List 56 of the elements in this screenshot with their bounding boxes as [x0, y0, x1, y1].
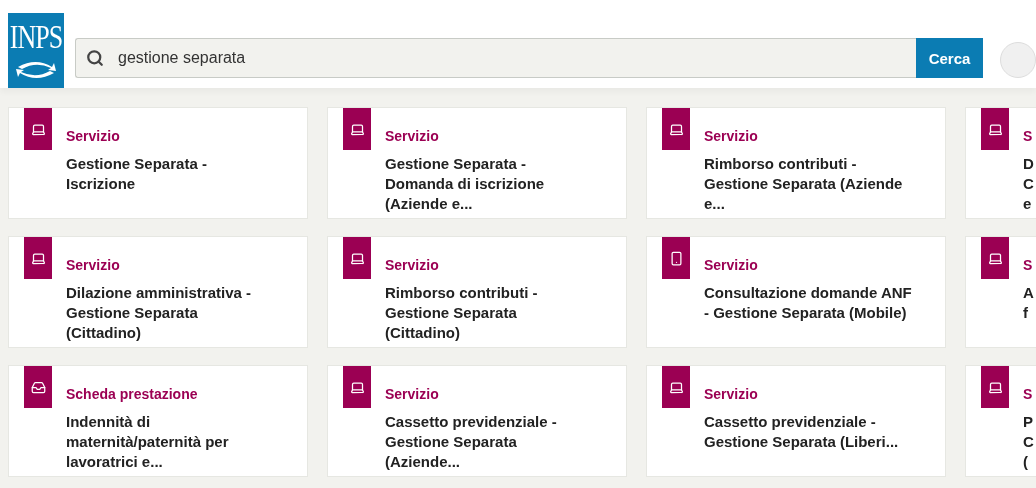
result-title[interactable]: Cassetto previdenziale - Gestione Separata (Liberi... [704, 412, 899, 452]
result-category: S [1023, 128, 1034, 144]
result-title[interactable]: Dilazione amministrativa - Gestione Separata (Cittadino) [66, 283, 252, 343]
result-category: Servizio [704, 257, 759, 273]
laptop-icon [668, 121, 684, 137]
search-icon [86, 49, 104, 67]
result-card[interactable]: Servizio Rimborso contributi - Gestione Separata (Cittadino) [327, 236, 627, 348]
result-title[interactable]: Rimborso contributi - Gestione Separata (Aziende e... [704, 154, 903, 214]
result-title[interactable]: Indennità di maternità/paternità per lavoratrici e... [66, 412, 229, 472]
result-category: Servizio [704, 128, 759, 144]
laptop-icon [30, 250, 46, 266]
result-category: Scheda prestazione [66, 386, 199, 402]
result-card[interactable]: Servizio Consultazione domande ANF - Gestione Separata (Mobile) [646, 236, 946, 348]
result-title[interactable]: D C e [1023, 154, 1034, 214]
logo-text: INPS [9, 18, 63, 58]
result-category: Servizio [385, 386, 440, 402]
result-card[interactable]: Servizio Gestione Separata - Iscrizione [8, 107, 308, 219]
laptop-icon [987, 121, 1003, 137]
result-card[interactable]: S P C ( [965, 365, 1036, 477]
smartphone-icon [668, 250, 684, 266]
result-card[interactable]: S A f [965, 236, 1036, 348]
result-card[interactable]: Servizio Cassetto previdenziale - Gestione Separata (Aziende... [327, 365, 627, 477]
result-title[interactable]: Rimborso contributi - Gestione Separata (Cittadino) [385, 283, 538, 343]
search-bar[interactable]: gestione separata [75, 38, 916, 78]
laptop-icon [349, 379, 365, 395]
result-category: S [1023, 257, 1034, 273]
laptop-icon [349, 121, 365, 137]
result-category: S [1023, 386, 1034, 402]
result-category: Servizio [385, 128, 440, 144]
result-title[interactable]: A f [1023, 283, 1034, 323]
laptop-icon [668, 379, 684, 395]
search-button[interactable]: Cerca [916, 38, 983, 78]
search-input[interactable]: gestione separata [116, 48, 820, 68]
inbox-tray-icon [30, 379, 46, 395]
result-category: Servizio [385, 257, 440, 273]
logo[interactable]: INPS [8, 13, 64, 88]
avatar[interactable] [1000, 42, 1036, 78]
result-card[interactable]: Servizio Rimborso contributi - Gestione Separata (Aziende e... [646, 107, 946, 219]
laptop-icon [349, 250, 365, 266]
result-category: Servizio [66, 257, 121, 273]
result-category: Servizio [66, 128, 121, 144]
laptop-icon [987, 250, 1003, 266]
result-card[interactable]: S D C e [965, 107, 1036, 219]
result-title[interactable]: P C ( [1023, 412, 1034, 472]
result-card[interactable]: Servizio Dilazione amministrativa - Gestione Separata (Cittadino) [8, 236, 308, 348]
result-title[interactable]: Gestione Separata - Iscrizione [66, 154, 207, 194]
result-card[interactable]: Scheda prestazione Indennità di maternità/paternità per lavoratrici e... [8, 365, 308, 477]
arrows-icon [14, 59, 58, 81]
result-title[interactable]: Cassetto previdenziale - Gestione Separata (Aziende... [385, 412, 557, 472]
laptop-icon [987, 379, 1003, 395]
result-title[interactable]: Consultazione domande ANF - Gestione Separata (Mobile) [704, 283, 912, 323]
result-category: Servizio [704, 386, 759, 402]
laptop-icon [30, 121, 46, 137]
result-card[interactable]: Servizio Cassetto previdenziale - Gestione Separata (Liberi... [646, 365, 946, 477]
result-title[interactable]: Gestione Separata - Domanda di iscrizione (Aziende e... [385, 154, 545, 214]
result-card[interactable]: Servizio Gestione Separata - Domanda di iscrizione (Aziende e... [327, 107, 627, 219]
